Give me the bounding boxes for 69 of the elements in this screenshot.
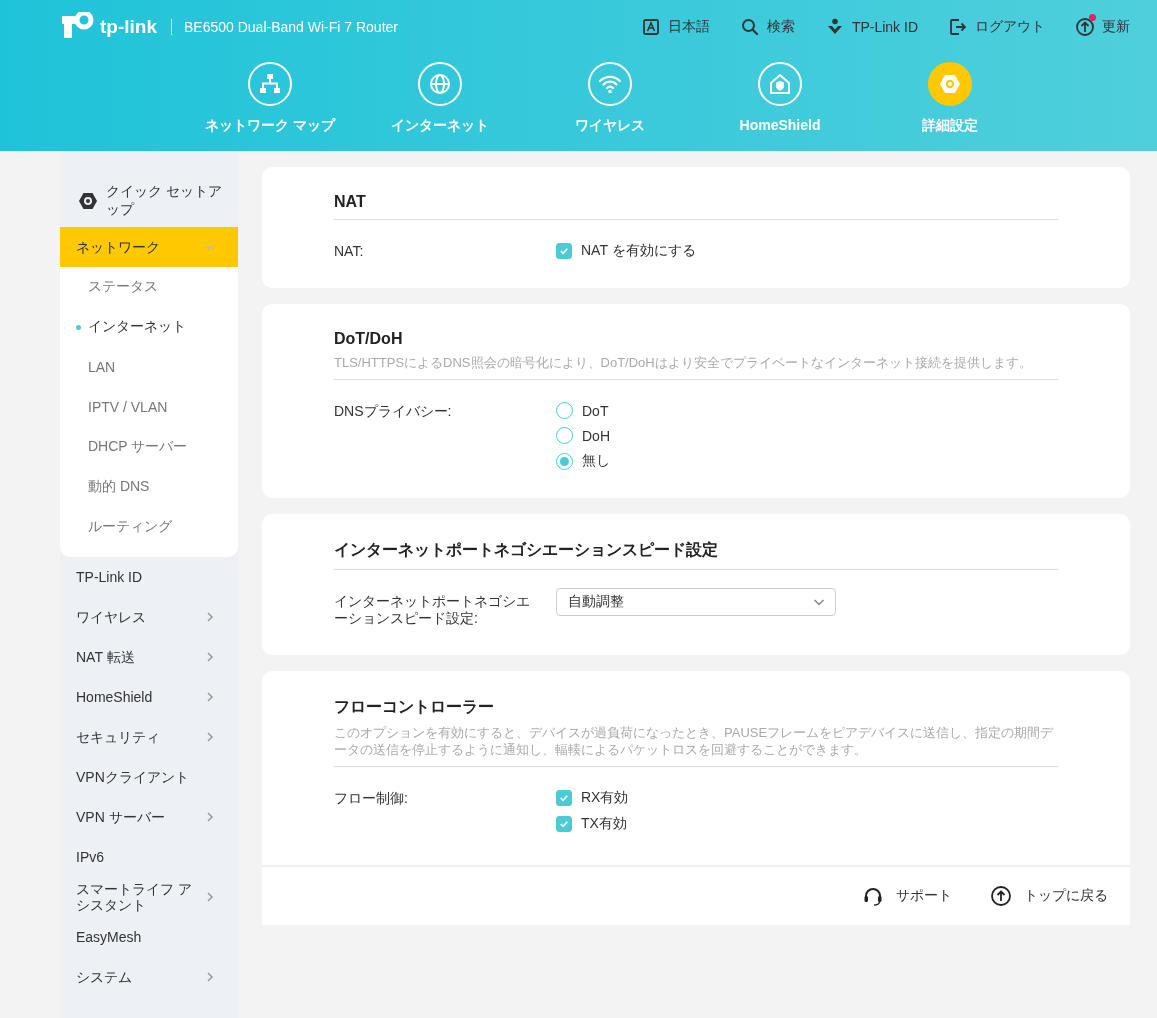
- sidebar-item[interactable]: HomeShield: [60, 677, 238, 717]
- submenu-item[interactable]: DHCP サーバー: [60, 427, 238, 467]
- sidebar-item[interactable]: ネットワーク: [60, 227, 238, 267]
- letter-a-icon: [640, 17, 661, 37]
- submenu-item[interactable]: LAN: [60, 347, 238, 387]
- quick-setup-link[interactable]: クイック セットアップ: [60, 151, 238, 227]
- chevron-icon: [204, 241, 216, 253]
- gear-icon: [938, 72, 962, 96]
- field-label: インターネットポートネゴシエーションスピード設定:: [334, 592, 531, 627]
- logout-icon: [948, 17, 968, 37]
- section-title: DoT/DoH: [334, 330, 404, 349]
- active-dot: [76, 325, 81, 330]
- checkmark-icon: [558, 818, 570, 830]
- sidebar-item[interactable]: TP-Link ID: [60, 557, 238, 597]
- chevron-icon: [204, 971, 216, 983]
- house-shield-icon: [768, 72, 792, 96]
- section-description: このオプションを有効にすると、デバイスが過負荷になったとき、PAUSEフレームをピアデバイスに送信し、指定の期間データの送信を停止するように通知し、輻輳によるパケットロスを回避することができます。: [334, 724, 1058, 767]
- sidebar-item[interactable]: IPv6: [60, 837, 238, 877]
- submenu-item[interactable]: ステータス: [60, 267, 238, 307]
- field-label: フロー制御:: [334, 789, 409, 808]
- radio-option[interactable]: 無し: [556, 452, 610, 470]
- submenu-item[interactable]: インターネット: [60, 307, 238, 347]
- chevron-icon: [204, 611, 216, 623]
- checkmark-icon: [558, 792, 570, 804]
- chevron-icon: [204, 731, 216, 743]
- router-model: BE6500 Dual-Band Wi-Fi 7 Router: [184, 19, 398, 35]
- checkbox-option[interactable]: TX有効: [556, 815, 629, 833]
- sidebar-item[interactable]: スマートライフ アシスタント: [60, 877, 238, 917]
- submenu-item[interactable]: ルーティング: [60, 507, 238, 547]
- sidebar-item[interactable]: セキュリティ: [60, 717, 238, 757]
- chevron-icon: [204, 891, 216, 903]
- submenu-item[interactable]: 動的 DNS: [60, 467, 238, 507]
- chevron-icon: [204, 811, 216, 823]
- footer-link[interactable]: トップに戻る: [984, 884, 1114, 908]
- search-icon: [739, 17, 760, 37]
- search-link[interactable]: 検索: [739, 17, 795, 37]
- header-link[interactable]: ログアウト: [948, 17, 1045, 37]
- gear-icon: [78, 191, 98, 211]
- logo-text: tp-link: [100, 16, 157, 38]
- arrow-up-icon: [990, 885, 1012, 907]
- globe-icon: [428, 72, 452, 96]
- network-map-icon: [258, 72, 282, 96]
- sidebar-item[interactable]: システム: [60, 957, 238, 997]
- sidebar-item[interactable]: EasyMesh: [60, 917, 238, 957]
- submenu-item[interactable]: IPTV / VLAN: [60, 387, 238, 427]
- section-description: TLS/HTTPSによるDNS照会の暗号化により、DoT/DoHはより安全でプライベートなインターネット接続を提供します。: [334, 354, 1058, 380]
- sidebar-item[interactable]: ワイヤレス: [60, 597, 238, 637]
- checkmark-icon: [558, 245, 570, 257]
- sidebar-item[interactable]: NAT 転送: [60, 637, 238, 677]
- header-link[interactable]: 更新: [1075, 17, 1130, 37]
- chevron-icon: [204, 651, 216, 663]
- sidebar-item[interactable]: VPN サーバー: [60, 797, 238, 837]
- sidebar-item[interactable]: VPNクライアント: [60, 757, 238, 797]
- header-link[interactable]: 日本語: [640, 17, 710, 37]
- checkbox-option[interactable]: RX有効: [556, 789, 629, 807]
- dropdown-field[interactable]: 自動調整: [556, 588, 836, 616]
- upload-icon: [1075, 17, 1095, 37]
- field-label: NAT:: [334, 242, 365, 260]
- chevron-icon: [204, 691, 216, 703]
- radio-option[interactable]: DoT: [556, 402, 610, 419]
- headset-icon: [862, 885, 884, 907]
- checkbox-option[interactable]: NAT を有効にする: [556, 242, 696, 260]
- radio-option[interactable]: DoH: [556, 427, 610, 444]
- section-title: NAT: [334, 193, 1058, 220]
- field-label: DNSプライバシー:: [334, 402, 453, 421]
- header-link[interactable]: TP-Link ID: [824, 17, 918, 37]
- footer-link[interactable]: サポート: [856, 884, 958, 908]
- section-title: フローコントローラー: [334, 697, 495, 717]
- section-title: インターネットポートネゴシエーションスピード設定: [334, 540, 1058, 570]
